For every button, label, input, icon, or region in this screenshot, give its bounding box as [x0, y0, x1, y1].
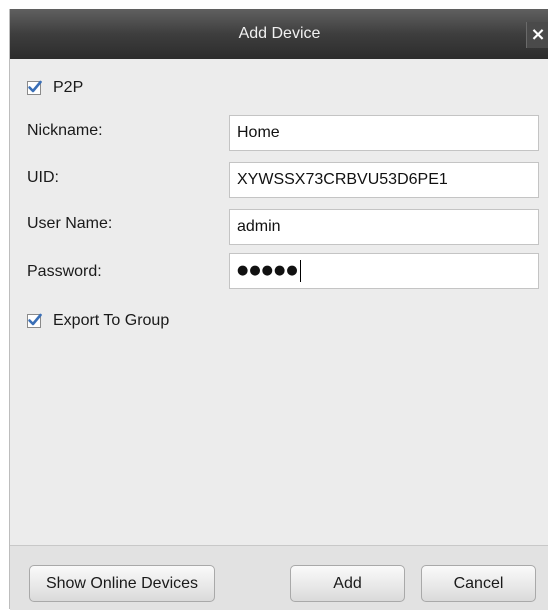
checkmark-icon	[28, 80, 42, 93]
username-input[interactable]: admin	[229, 209, 539, 245]
dialog-title: Add Device	[238, 25, 321, 42]
button-bar: Show Online Devices Add Cancel	[10, 545, 548, 610]
checkmark-icon	[28, 313, 42, 326]
text-caret	[299, 260, 301, 282]
title-bar: Add Device ×	[10, 9, 548, 59]
p2p-checkbox-row[interactable]: P2P	[27, 79, 83, 97]
cancel-button[interactable]: Cancel	[421, 565, 536, 602]
password-value: ●●●●●	[237, 263, 299, 278]
password-label: Password:	[27, 263, 102, 280]
username-label: User Name:	[27, 215, 113, 232]
p2p-label: P2P	[53, 79, 84, 96]
p2p-checkbox[interactable]	[27, 80, 42, 95]
username-value: admin	[237, 218, 281, 235]
add-button[interactable]: Add	[290, 565, 405, 602]
nickname-label: Nickname:	[27, 122, 103, 139]
close-icon: ×	[530, 24, 546, 45]
show-online-devices-button[interactable]: Show Online Devices	[29, 565, 215, 602]
nickname-input[interactable]: Home	[229, 115, 539, 151]
export-group-label: Export To Group	[53, 312, 170, 329]
password-input[interactable]: ●●●●●	[229, 253, 539, 289]
uid-value: XYWSSX73CRBVU53D6PE1	[237, 171, 448, 188]
close-button[interactable]: ×	[526, 22, 548, 48]
export-group-checkbox-row[interactable]: Export To Group	[27, 312, 169, 330]
add-device-dialog: Add Device × P2P Nickname: Home UID: XYW…	[9, 9, 548, 610]
uid-label: UID:	[27, 169, 59, 186]
uid-input[interactable]: XYWSSX73CRBVU53D6PE1	[229, 162, 539, 198]
nickname-value: Home	[237, 124, 280, 141]
export-group-checkbox[interactable]	[27, 313, 42, 328]
